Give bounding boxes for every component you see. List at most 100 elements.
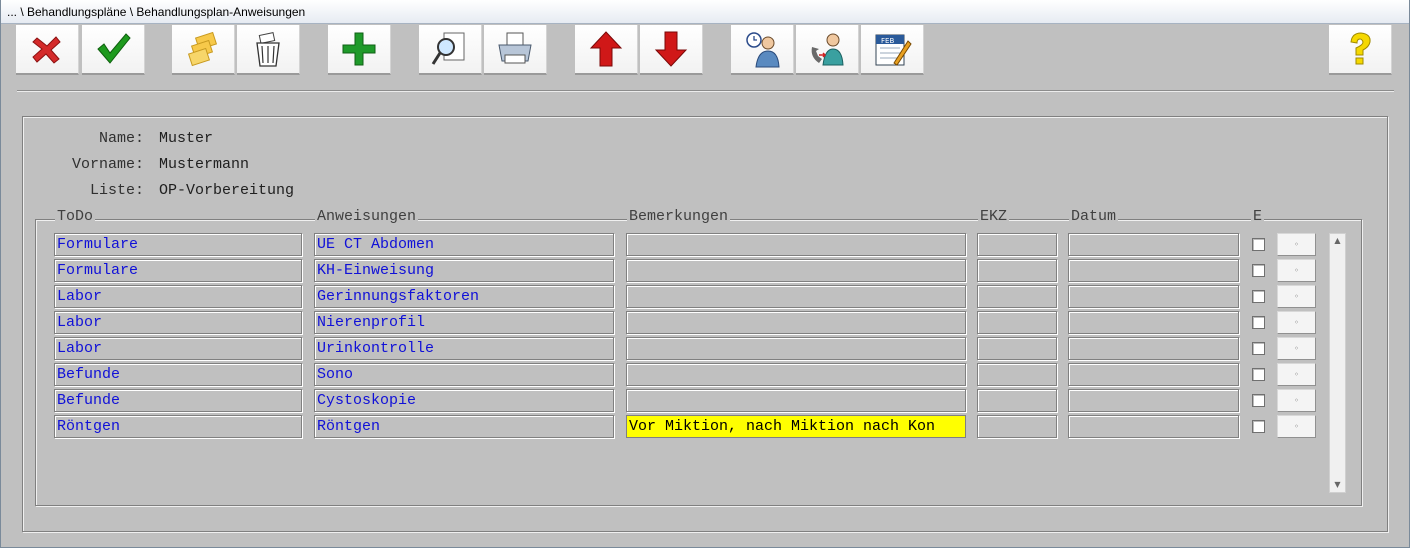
vorname-label: Vorname: [71, 156, 144, 173]
anweisung-cell[interactable]: UE CT Abdomen [314, 233, 614, 256]
e-checkbox[interactable] [1252, 368, 1265, 381]
bemerkung-cell[interactable] [626, 259, 966, 282]
bemerkung-cell[interactable] [626, 311, 966, 334]
todo-cell[interactable]: Labor [54, 337, 302, 360]
green-plus-icon [342, 32, 376, 66]
cancel-button[interactable] [16, 25, 79, 75]
datum-cell[interactable] [1068, 389, 1239, 412]
liste-label: Liste: [89, 182, 144, 199]
e-checkbox[interactable] [1252, 290, 1265, 303]
bemerkung-cell[interactable] [626, 285, 966, 308]
e-checkbox[interactable] [1252, 420, 1265, 433]
appointment-button[interactable] [731, 25, 794, 75]
move-up-button[interactable] [575, 25, 638, 75]
bemerkung-cell[interactable] [626, 233, 966, 256]
anweisung-cell[interactable]: Sono [314, 363, 614, 386]
anweisung-cell[interactable]: KH-Einweisung [314, 259, 614, 282]
e-checkbox[interactable] [1252, 342, 1265, 355]
anweisung-cell[interactable]: Cystoskopie [314, 389, 614, 412]
ekz-cell[interactable] [977, 285, 1057, 308]
datum-cell[interactable] [1068, 415, 1239, 438]
vertical-scrollbar[interactable]: ▲ ▼ [1329, 233, 1346, 493]
green-check-icon [97, 33, 131, 64]
row-action-button[interactable]: ◦ [1277, 233, 1316, 256]
row-action-button[interactable]: ◦ [1277, 259, 1316, 282]
datum-cell[interactable] [1068, 311, 1239, 334]
anweisung-cell[interactable]: Nierenprofil [314, 311, 614, 334]
trash-bin-icon [256, 32, 280, 67]
todo-cell[interactable]: Röntgen [54, 415, 302, 438]
window-title: ... \ Behandlungspläne \ Behandlungsplan… [0, 0, 1410, 24]
row-action-button[interactable]: ◦ [1277, 337, 1316, 360]
red-x-icon [32, 36, 61, 64]
toolbar-separator [17, 90, 1394, 92]
anweisung-cell[interactable]: Gerinnungsfaktoren [314, 285, 614, 308]
move-down-button[interactable] [640, 25, 703, 75]
e-checkbox[interactable] [1252, 394, 1265, 407]
todo-cell[interactable]: Labor [54, 285, 302, 308]
scroll-up-icon[interactable]: ▲ [1330, 234, 1345, 248]
scroll-down-icon[interactable]: ▼ [1330, 478, 1345, 492]
person-clock-icon [746, 32, 780, 68]
phone-button[interactable] [796, 25, 859, 75]
toolbar: FEB [0, 25, 1410, 77]
datum-cell[interactable] [1068, 285, 1239, 308]
datum-cell[interactable] [1068, 233, 1239, 256]
e-checkbox[interactable] [1252, 264, 1265, 277]
bemerkung-cell[interactable] [626, 363, 966, 386]
row-action-button[interactable]: ◦ [1277, 311, 1316, 334]
magnifier-document-icon [431, 32, 465, 65]
row-action-button[interactable]: ◦ [1277, 389, 1316, 412]
red-arrow-up-icon [589, 31, 623, 67]
bemerkung-cell[interactable] [626, 389, 966, 412]
liste-value: OP-Vorbereitung [159, 182, 295, 199]
calendar-month-text: FEB [881, 37, 894, 45]
e-checkbox[interactable] [1252, 238, 1265, 251]
todo-cell[interactable]: Befunde [54, 363, 302, 386]
todo-cell[interactable]: Labor [54, 311, 302, 334]
question-mark-icon [1350, 32, 1371, 65]
todo-cell[interactable]: Formulare [54, 259, 302, 282]
ekz-cell[interactable] [977, 337, 1057, 360]
ekz-cell[interactable] [977, 259, 1057, 282]
ekz-header: EKZ [978, 208, 1010, 226]
person-phone-icon [811, 33, 844, 66]
help-button[interactable] [1329, 25, 1392, 75]
preview-button[interactable] [419, 25, 482, 75]
anweisung-cell[interactable]: Urinkontrolle [314, 337, 614, 360]
name-value: Muster [159, 130, 214, 147]
todo-header: ToDo [55, 208, 96, 226]
e-checkbox[interactable] [1252, 316, 1265, 329]
row-action-button[interactable]: ◦ [1277, 363, 1316, 386]
vorname-value: Mustermann [159, 156, 250, 173]
bemerkungen-header: Bemerkungen [627, 208, 731, 226]
ekz-cell[interactable] [977, 389, 1057, 412]
todo-cell[interactable]: Befunde [54, 389, 302, 412]
red-arrow-down-icon [654, 31, 688, 67]
bemerkung-cell[interactable]: Vor Miktion, nach Miktion nach Kon [626, 415, 966, 438]
print-button[interactable] [484, 25, 547, 75]
confirm-button[interactable] [82, 25, 145, 75]
datum-header: Datum [1069, 208, 1119, 226]
add-button[interactable] [328, 25, 391, 75]
ekz-cell[interactable] [977, 363, 1057, 386]
datum-cell[interactable] [1068, 259, 1239, 282]
ekz-cell[interactable] [977, 311, 1057, 334]
todo-cell[interactable]: Formulare [54, 233, 302, 256]
anweisungen-header: Anweisungen [315, 208, 419, 226]
printer-icon [498, 32, 532, 64]
e-header: E [1251, 208, 1265, 226]
row-action-button[interactable]: ◦ [1277, 285, 1316, 308]
datum-cell[interactable] [1068, 363, 1239, 386]
delete-button[interactable] [237, 25, 300, 75]
datum-cell[interactable] [1068, 337, 1239, 360]
name-label: Name: [98, 130, 144, 147]
folder-stack-icon [187, 31, 218, 67]
anweisung-cell[interactable]: Röntgen [314, 415, 614, 438]
row-action-button[interactable]: ◦ [1277, 415, 1316, 438]
open-button[interactable] [172, 25, 235, 75]
bemerkung-cell[interactable] [626, 337, 966, 360]
ekz-cell[interactable] [977, 415, 1057, 438]
ekz-cell[interactable] [977, 233, 1057, 256]
calendar-button[interactable]: FEB [861, 25, 924, 75]
